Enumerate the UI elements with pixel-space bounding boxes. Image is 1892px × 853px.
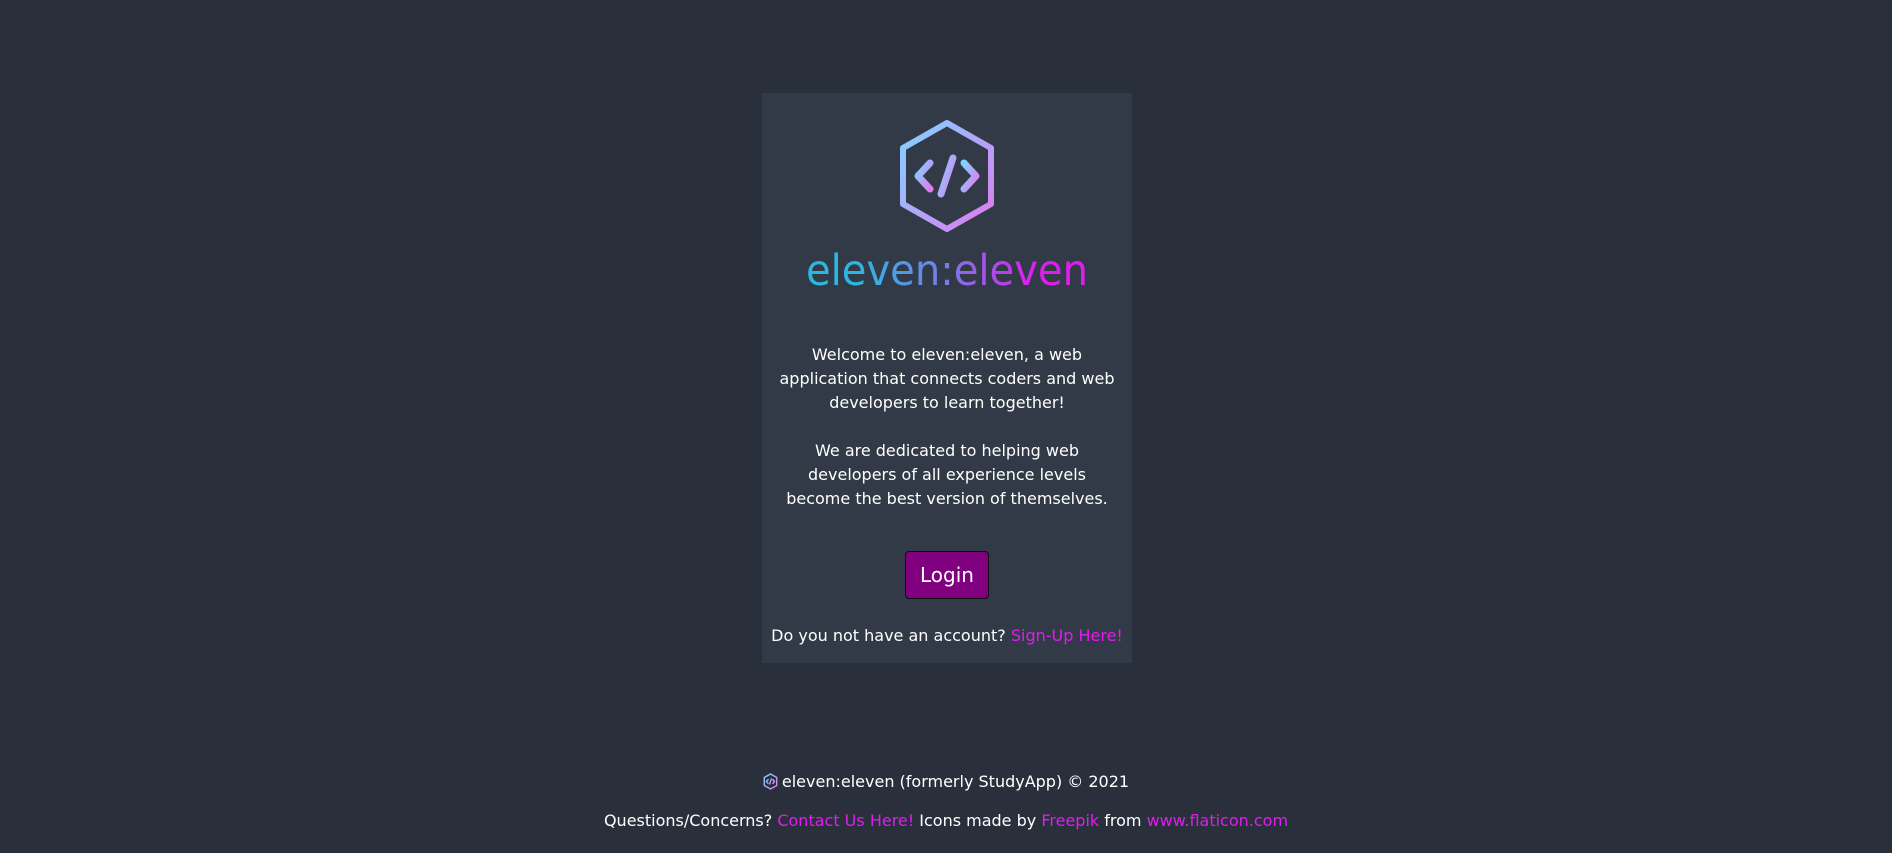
brand-wordmark-text: eleven:eleven <box>806 246 1088 296</box>
mission-text: We are dedicated to helping web develope… <box>786 441 1108 508</box>
brand-wordmark: eleven:eleven <box>806 246 1088 296</box>
login-button[interactable]: Login <box>905 551 989 599</box>
signup-line: Do you not have an account? Sign-Up Here… <box>762 624 1132 648</box>
footer-credits: Questions/Concerns? Contact Us Here! Ico… <box>0 809 1892 833</box>
footer-copyright: eleven:eleven (formerly StudyApp) © 2021 <box>0 770 1892 794</box>
copyright-text: eleven:eleven (formerly StudyApp) © 2021 <box>781 772 1130 791</box>
signup-link[interactable]: Sign-Up Here! <box>1011 626 1123 645</box>
icons-made-by-text: Icons made by <box>919 811 1037 830</box>
flaticon-link[interactable]: www.flaticon.com <box>1147 811 1288 830</box>
signup-prompt: Do you not have an account? <box>771 626 1006 645</box>
login-card: eleven:eleven Welcome to eleven:eleven, … <box>762 93 1132 663</box>
hexagon-code-icon <box>900 120 994 232</box>
contact-link[interactable]: Contact Us Here! <box>777 811 914 830</box>
hexagon-code-icon <box>763 773 778 790</box>
questions-text: Questions/Concerns? <box>603 811 773 830</box>
freepik-link[interactable]: Freepik <box>1041 811 1099 830</box>
intro-text: Welcome to eleven:eleven, a web applicat… <box>779 345 1115 412</box>
from-text: from <box>1104 811 1142 830</box>
